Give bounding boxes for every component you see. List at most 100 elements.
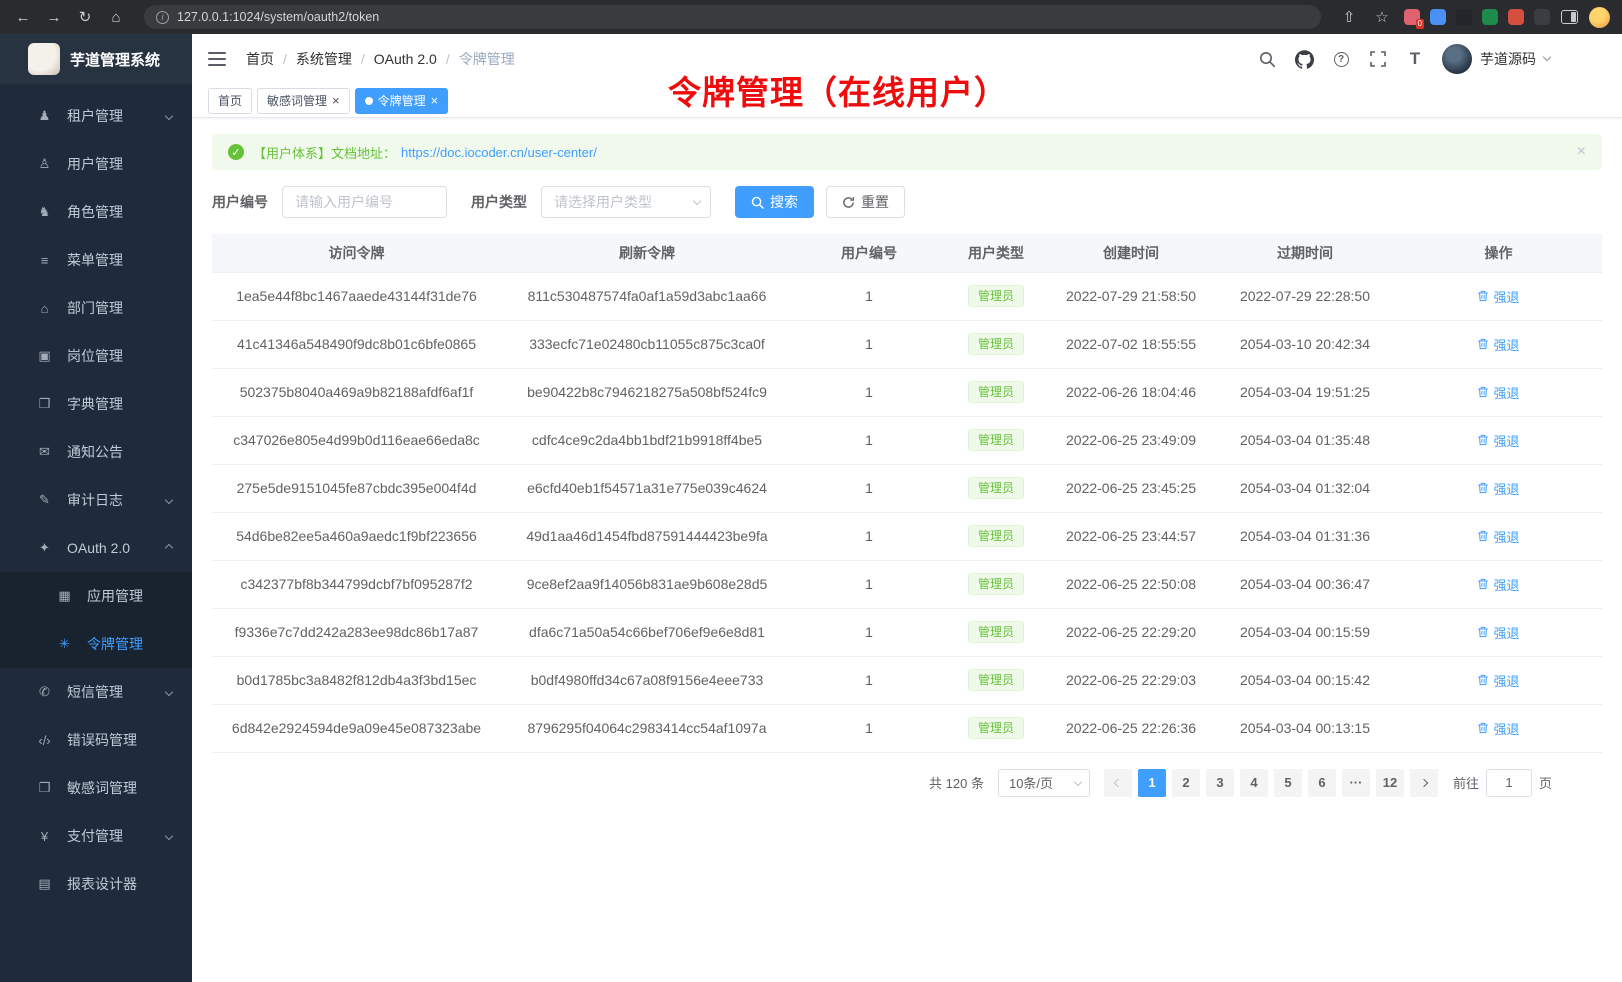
expire-time-cell: 2054-03-04 01:35:48 — [1215, 416, 1395, 464]
alert-close-icon[interactable]: × — [1577, 143, 1586, 161]
breadcrumb-item[interactable]: OAuth 2.0 — [374, 51, 450, 67]
menu-item-label: 支付管理 — [67, 826, 123, 846]
force-logout-button[interactable]: 强退 — [1477, 719, 1519, 738]
menu-item-label: 用户管理 — [67, 154, 123, 174]
sidebar-item-notice[interactable]: ✉ 通知公告 — [0, 428, 192, 476]
bookmark-star-icon[interactable]: ☆ — [1371, 8, 1393, 26]
force-logout-button[interactable]: 强退 — [1477, 623, 1519, 642]
site-info-icon[interactable]: i — [156, 11, 169, 24]
breadcrumb-item[interactable]: 系统管理 — [296, 49, 365, 69]
doc-link[interactable]: https://doc.iocoder.cn/user-center/ — [401, 145, 597, 160]
page-button-6[interactable]: 6 — [1308, 769, 1336, 797]
tab-close-icon[interactable]: × — [431, 94, 439, 107]
extension-icon[interactable] — [1482, 9, 1498, 25]
table-row: 1ea5e44f8bc1467aaede43144f31de76 811c530… — [212, 272, 1602, 320]
page-button-12[interactable]: 12 — [1376, 769, 1404, 797]
sidebar-item-dept[interactable]: ⌂ 部门管理 — [0, 284, 192, 332]
user-id-cell: 1 — [793, 656, 945, 704]
user-menu[interactable]: 芋道源码 — [1442, 44, 1550, 74]
force-logout-button[interactable]: 强退 — [1477, 479, 1519, 498]
sidebar-item-error-code[interactable]: ‹/› 错误码管理 — [0, 716, 192, 764]
sidebar-item-sensitive-word[interactable]: ❐ 敏感词管理 — [0, 764, 192, 812]
extension-icon[interactable] — [1456, 9, 1472, 25]
extension-icon[interactable] — [1534, 9, 1550, 25]
sidebar-item-oauth2-token[interactable]: ✳ 令牌管理 — [0, 620, 192, 668]
extension-icon[interactable] — [1430, 9, 1446, 25]
sidebar-item-audit-log[interactable]: ✎ 审计日志 — [0, 476, 192, 524]
force-logout-button[interactable]: 强退 — [1477, 527, 1519, 546]
sidebar-item-post[interactable]: ▣ 岗位管理 — [0, 332, 192, 380]
tab-home[interactable]: 首页 — [208, 88, 252, 114]
force-logout-button[interactable]: 强退 — [1477, 431, 1519, 450]
sidebar-item-tenant[interactable]: ♟ 租户管理 — [0, 92, 192, 140]
sidebar-item-dict[interactable]: ❒ 字典管理 — [0, 380, 192, 428]
sidebar-item-sms[interactable]: ✆ 短信管理 — [0, 668, 192, 716]
goto-page-input[interactable] — [1486, 769, 1532, 797]
menu-item-label: 审计日志 — [67, 490, 123, 510]
extension-icon[interactable] — [1508, 9, 1524, 25]
action-cell: 强退 — [1395, 320, 1602, 368]
action-cell: 强退 — [1395, 272, 1602, 320]
tab-sensitive-word[interactable]: 敏感词管理 × — [257, 88, 350, 114]
force-logout-button[interactable]: 强退 — [1477, 287, 1519, 306]
sidebar-toggle-icon[interactable] — [1561, 10, 1578, 24]
help-icon[interactable]: ? — [1331, 49, 1351, 69]
force-logout-button[interactable]: 强退 — [1477, 575, 1519, 594]
search-button[interactable]: 搜索 — [735, 186, 814, 218]
prev-page-button[interactable] — [1104, 769, 1132, 797]
browser-back-icon[interactable]: ← — [12, 9, 34, 26]
reset-button[interactable]: 重置 — [826, 186, 905, 218]
page-button-2[interactable]: 2 — [1172, 769, 1200, 797]
sidebar-item-oauth2[interactable]: ✦ OAuth 2.0 — [0, 524, 192, 572]
sidebar-item-oauth2-app[interactable]: ▦ 应用管理 — [0, 572, 192, 620]
browser-home-icon[interactable]: ⌂ — [105, 9, 127, 26]
page-ellipsis[interactable]: ··· — [1342, 769, 1370, 797]
tab-token[interactable]: 令牌管理 × — [355, 88, 449, 114]
sidebar-item-menu[interactable]: ≡ 菜单管理 — [0, 236, 192, 284]
menu-item-label: 报表设计器 — [67, 874, 137, 894]
breadcrumb-item[interactable]: 令牌管理 — [459, 49, 515, 69]
sidebar-item-payment[interactable]: ¥ 支付管理 — [0, 812, 192, 860]
extension-icon[interactable]: 0 — [1404, 9, 1420, 25]
chevron-icon — [165, 112, 173, 120]
column-header: 创建时间 — [1047, 234, 1215, 272]
page-button-3[interactable]: 3 — [1206, 769, 1234, 797]
tab-close-icon[interactable]: × — [332, 94, 340, 107]
tags-view: 首页 敏感词管理 × 令牌管理 × — [192, 84, 1622, 118]
column-header: 用户编号 — [793, 234, 945, 272]
force-logout-button[interactable]: 强退 — [1477, 383, 1519, 402]
menu-item-label: 短信管理 — [67, 682, 123, 702]
user-id-input[interactable] — [282, 186, 447, 218]
browser-forward-icon[interactable]: → — [43, 9, 65, 26]
page-size-value: 10条/页 — [1009, 773, 1053, 792]
menu-item-label: 角色管理 — [67, 202, 123, 222]
page-size-select[interactable]: 10条/页 — [998, 769, 1090, 797]
page-button-1[interactable]: 1 — [1138, 769, 1166, 797]
force-logout-button[interactable]: 强退 — [1477, 671, 1519, 690]
next-page-button[interactable] — [1410, 769, 1438, 797]
search-icon[interactable] — [1257, 49, 1277, 69]
sidebar-item-user[interactable]: ♙ 用户管理 — [0, 140, 192, 188]
breadcrumb-item[interactable]: 首页 — [246, 49, 287, 69]
delete-icon — [1477, 530, 1489, 542]
browser-profile-avatar[interactable] — [1589, 7, 1610, 28]
menu-item-icon: ♞ — [36, 204, 53, 220]
font-size-icon[interactable]: T — [1405, 49, 1425, 69]
user-type-cell: 管理员 — [945, 368, 1047, 416]
share-icon[interactable]: ⇧ — [1338, 8, 1360, 26]
sidebar-item-report-designer[interactable]: ▤ 报表设计器 — [0, 860, 192, 908]
browser-reload-icon[interactable]: ↻ — [74, 8, 96, 26]
fullscreen-icon[interactable] — [1368, 49, 1388, 69]
create-time-cell: 2022-06-26 18:04:46 — [1047, 368, 1215, 416]
app-logo[interactable]: 芋道管理系统 — [0, 34, 192, 84]
user-id-cell: 1 — [793, 608, 945, 656]
github-icon[interactable] — [1294, 49, 1314, 69]
page-button-5[interactable]: 5 — [1274, 769, 1302, 797]
collapse-menu-icon[interactable] — [208, 52, 226, 66]
address-bar[interactable]: i 127.0.0.1:1024/system/oauth2/token — [144, 5, 1321, 29]
user-type-select[interactable]: 请选择用户类型 — [541, 186, 711, 218]
sidebar-item-role[interactable]: ♞ 角色管理 — [0, 188, 192, 236]
page-button-4[interactable]: 4 — [1240, 769, 1268, 797]
menu-item-icon: ✆ — [36, 684, 53, 700]
force-logout-button[interactable]: 强退 — [1477, 335, 1519, 354]
